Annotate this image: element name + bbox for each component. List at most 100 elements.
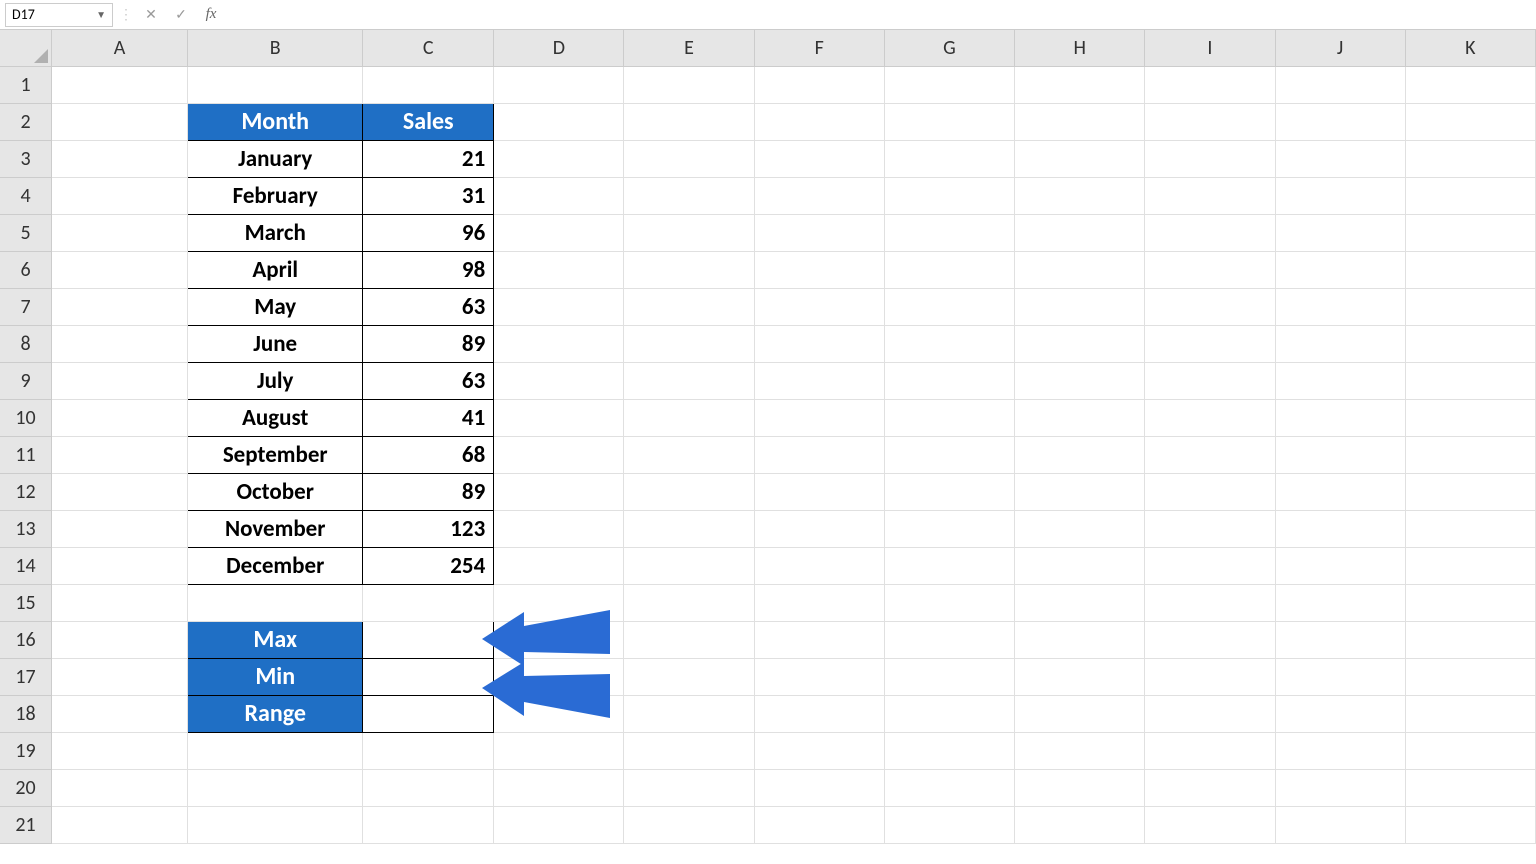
cell-B14[interactable]: December <box>188 547 363 584</box>
cell-G13[interactable] <box>884 510 1014 547</box>
cell-K1[interactable] <box>1405 66 1535 103</box>
cell-A15[interactable] <box>52 584 188 621</box>
cell-K16[interactable] <box>1405 621 1535 658</box>
cell-J6[interactable] <box>1275 251 1405 288</box>
cell-K2[interactable] <box>1405 103 1535 140</box>
column-header-H[interactable]: H <box>1015 30 1145 66</box>
cell-I16[interactable] <box>1145 621 1275 658</box>
cell-B9[interactable]: July <box>188 362 363 399</box>
cell-K15[interactable] <box>1405 584 1535 621</box>
cell-G19[interactable] <box>884 732 1014 769</box>
column-header-C[interactable]: C <box>363 30 494 66</box>
cell-K4[interactable] <box>1405 177 1535 214</box>
cell-G4[interactable] <box>884 177 1014 214</box>
cell-B2[interactable]: Month <box>188 103 363 140</box>
enter-formula-button[interactable]: ✓ <box>169 3 193 27</box>
cell-C12[interactable]: 89 <box>363 473 494 510</box>
cell-D16[interactable] <box>494 621 624 658</box>
cell-G5[interactable] <box>884 214 1014 251</box>
row-header-3[interactable]: 3 <box>0 140 52 177</box>
cell-I10[interactable] <box>1145 399 1275 436</box>
cell-A6[interactable] <box>52 251 188 288</box>
row-header-5[interactable]: 5 <box>0 214 52 251</box>
cell-I15[interactable] <box>1145 584 1275 621</box>
cell-J3[interactable] <box>1275 140 1405 177</box>
cell-H5[interactable] <box>1015 214 1145 251</box>
cell-H3[interactable] <box>1015 140 1145 177</box>
column-header-D[interactable]: D <box>494 30 624 66</box>
cell-B5[interactable]: March <box>188 214 363 251</box>
cell-C8[interactable]: 89 <box>363 325 494 362</box>
cell-G18[interactable] <box>884 695 1014 732</box>
cell-H2[interactable] <box>1015 103 1145 140</box>
cell-B12[interactable]: October <box>188 473 363 510</box>
cell-G11[interactable] <box>884 436 1014 473</box>
cell-E14[interactable] <box>624 547 754 584</box>
cell-I12[interactable] <box>1145 473 1275 510</box>
cell-G6[interactable] <box>884 251 1014 288</box>
cell-J16[interactable] <box>1275 621 1405 658</box>
cell-G21[interactable] <box>884 806 1014 843</box>
cell-I20[interactable] <box>1145 769 1275 806</box>
cell-J2[interactable] <box>1275 103 1405 140</box>
cell-B6[interactable]: April <box>188 251 363 288</box>
cell-G3[interactable] <box>884 140 1014 177</box>
row-header-7[interactable]: 7 <box>0 288 52 325</box>
row-header-12[interactable]: 12 <box>0 473 52 510</box>
cell-G12[interactable] <box>884 473 1014 510</box>
cell-B3[interactable]: January <box>188 140 363 177</box>
cell-B16[interactable]: Max <box>188 621 363 658</box>
cell-C15[interactable] <box>363 584 494 621</box>
cell-H20[interactable] <box>1015 769 1145 806</box>
column-header-G[interactable]: G <box>884 30 1014 66</box>
cell-A20[interactable] <box>52 769 188 806</box>
cell-D9[interactable] <box>494 362 624 399</box>
cell-E21[interactable] <box>624 806 754 843</box>
cell-A18[interactable] <box>52 695 188 732</box>
cell-B11[interactable]: September <box>188 436 363 473</box>
select-all-corner[interactable] <box>0 30 52 66</box>
cell-D1[interactable] <box>494 66 624 103</box>
row-header-2[interactable]: 2 <box>0 103 52 140</box>
cell-E5[interactable] <box>624 214 754 251</box>
cell-K11[interactable] <box>1405 436 1535 473</box>
cell-C2[interactable]: Sales <box>363 103 494 140</box>
cell-F15[interactable] <box>754 584 884 621</box>
cell-E1[interactable] <box>624 66 754 103</box>
row-header-1[interactable]: 1 <box>0 66 52 103</box>
cell-J7[interactable] <box>1275 288 1405 325</box>
cancel-formula-button[interactable]: ✕ <box>139 3 163 27</box>
cell-C1[interactable] <box>363 66 494 103</box>
cell-A19[interactable] <box>52 732 188 769</box>
cell-B7[interactable]: May <box>188 288 363 325</box>
cell-I13[interactable] <box>1145 510 1275 547</box>
row-header-6[interactable]: 6 <box>0 251 52 288</box>
cell-F2[interactable] <box>754 103 884 140</box>
cell-I19[interactable] <box>1145 732 1275 769</box>
row-header-10[interactable]: 10 <box>0 399 52 436</box>
row-header-18[interactable]: 18 <box>0 695 52 732</box>
cell-D17[interactable] <box>494 658 624 695</box>
cell-E8[interactable] <box>624 325 754 362</box>
cell-A9[interactable] <box>52 362 188 399</box>
cell-C9[interactable]: 63 <box>363 362 494 399</box>
cell-E11[interactable] <box>624 436 754 473</box>
cell-J8[interactable] <box>1275 325 1405 362</box>
spreadsheet-grid[interactable]: ABCDEFGHIJK12MonthSales3January214Februa… <box>0 30 1536 864</box>
cell-J5[interactable] <box>1275 214 1405 251</box>
cell-F8[interactable] <box>754 325 884 362</box>
row-header-21[interactable]: 21 <box>0 806 52 843</box>
cell-H13[interactable] <box>1015 510 1145 547</box>
cell-D5[interactable] <box>494 214 624 251</box>
cell-D21[interactable] <box>494 806 624 843</box>
cell-C11[interactable]: 68 <box>363 436 494 473</box>
cell-B13[interactable]: November <box>188 510 363 547</box>
cell-G2[interactable] <box>884 103 1014 140</box>
column-header-A[interactable]: A <box>52 30 188 66</box>
row-header-15[interactable]: 15 <box>0 584 52 621</box>
cell-A1[interactable] <box>52 66 188 103</box>
cell-J20[interactable] <box>1275 769 1405 806</box>
cell-I1[interactable] <box>1145 66 1275 103</box>
cell-K21[interactable] <box>1405 806 1535 843</box>
cell-D3[interactable] <box>494 140 624 177</box>
